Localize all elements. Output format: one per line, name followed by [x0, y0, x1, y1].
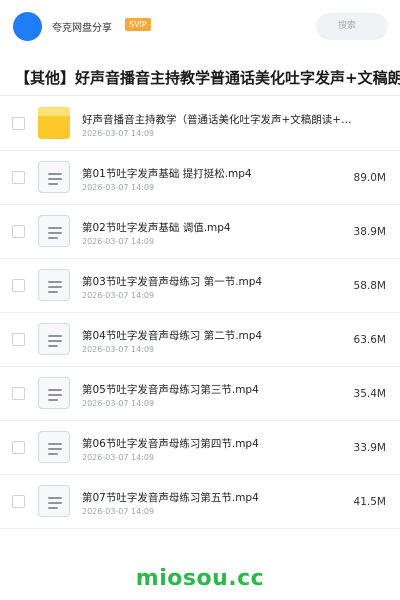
- svip-badge: SVIP: [125, 18, 151, 31]
- file-name: 第07节吐字发音声母练习第五节.mp4: [82, 492, 259, 504]
- list-item[interactable]: 第03节吐字发音声母练习 第一节.mp4 2026-03-07 14:09 58…: [0, 259, 400, 313]
- list-item[interactable]: 第01节吐字发声基础 提打挺松.mp4 2026-03-07 14:09 89.…: [0, 151, 400, 205]
- list-item[interactable]: 第05节吐字发音声母练习第三节.mp4 2026-03-07 14:09 35.…: [0, 367, 400, 421]
- list-item[interactable]: 第04节吐字发音声母练习 第二节.mp4 2026-03-07 14:09 63…: [0, 313, 400, 367]
- file-name: 第06节吐字发音声母练习第四节.mp4: [82, 438, 259, 450]
- folder-title-bar: 【其他】好声音播音主持教学普通话美化吐字发声+文稿朗读: [0, 58, 400, 96]
- file-name: 好声音播音主持教学（普通话美化吐字发声+文稿朗读+…: [82, 114, 352, 126]
- file-date: 2026-03-07 14:09: [82, 345, 155, 354]
- share-header: 夸克网盘分享 SVIP 搜索: [0, 0, 400, 54]
- avatar[interactable]: [13, 12, 42, 41]
- select-checkbox[interactable]: [12, 495, 25, 508]
- document-icon: [38, 161, 70, 193]
- file-size: 41.5M: [353, 496, 386, 508]
- footer: miosou.cc: [0, 550, 400, 600]
- file-list: 好声音播音主持教学（普通话美化吐字发声+文稿朗读+… 2026-03-07 14…: [0, 97, 400, 529]
- sharer-name: 夸克网盘分享: [52, 23, 112, 34]
- select-checkbox[interactable]: [12, 279, 25, 292]
- list-item[interactable]: 第06节吐字发音声母练习第四节.mp4 2026-03-07 14:09 33.…: [0, 421, 400, 475]
- file-size: 58.8M: [353, 280, 386, 292]
- file-date: 2026-03-07 14:09: [82, 237, 155, 246]
- file-name: 第01节吐字发声基础 提打挺松.mp4: [82, 168, 252, 180]
- file-size: 89.0M: [353, 172, 386, 184]
- list-item[interactable]: 第02节吐字发声基础 调值.mp4 2026-03-07 14:09 38.9M: [0, 205, 400, 259]
- search-input[interactable]: 搜索: [316, 13, 388, 40]
- document-icon: [38, 323, 70, 355]
- file-size: 63.6M: [353, 334, 386, 346]
- file-name: 第04节吐字发音声母练习 第二节.mp4: [82, 330, 263, 342]
- folder-icon: [38, 107, 70, 139]
- file-name: 第05节吐字发音声母练习第三节.mp4: [82, 384, 259, 396]
- document-icon: [38, 485, 70, 517]
- document-icon: [38, 269, 70, 301]
- file-size: 33.9M: [353, 442, 386, 454]
- file-date: 2026-03-07 14:09: [82, 453, 155, 462]
- list-item-folder[interactable]: 好声音播音主持教学（普通话美化吐字发声+文稿朗读+… 2026-03-07 14…: [0, 97, 400, 151]
- file-name: 第03节吐字发音声母练习 第一节.mp4: [82, 276, 263, 288]
- site-watermark: miosou.cc: [135, 566, 265, 591]
- file-date: 2026-03-07 14:09: [82, 291, 155, 300]
- file-date: 2026-03-07 14:09: [82, 129, 155, 138]
- select-checkbox[interactable]: [12, 225, 25, 238]
- document-icon: [38, 377, 70, 409]
- select-checkbox[interactable]: [12, 441, 25, 454]
- select-checkbox[interactable]: [12, 333, 25, 346]
- file-size: 35.4M: [353, 388, 386, 400]
- file-date: 2026-03-07 14:09: [82, 183, 155, 192]
- document-icon: [38, 215, 70, 247]
- select-checkbox[interactable]: [12, 117, 25, 130]
- file-date: 2026-03-07 14:09: [82, 399, 155, 408]
- page-title: 【其他】好声音播音主持教学普通话美化吐字发声+文稿朗读: [15, 69, 400, 87]
- select-checkbox[interactable]: [12, 387, 25, 400]
- file-size: 38.9M: [353, 226, 386, 238]
- list-item[interactable]: 第07节吐字发音声母练习第五节.mp4 2026-03-07 14:09 41.…: [0, 475, 400, 529]
- file-date: 2026-03-07 14:09: [82, 507, 155, 516]
- select-checkbox[interactable]: [12, 171, 25, 184]
- file-name: 第02节吐字发声基础 调值.mp4: [82, 222, 231, 234]
- document-icon: [38, 431, 70, 463]
